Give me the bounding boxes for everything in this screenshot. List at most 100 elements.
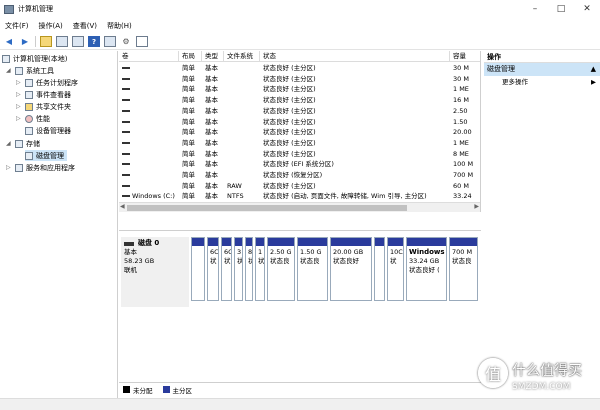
tree-disk-management[interactable]: 磁盘管理 [25,150,67,161]
table-row[interactable]: 简单 基本 状态良好 (主分区) 20.00 [119,127,480,137]
col-volume[interactable]: 卷 [119,51,179,62]
maximize-button[interactable]: □ [548,0,574,18]
computer-management-window: 计算机管理 – □ ✕ 文件(F) 操作(A) 查看(V) 帮助(H) ◀ ▶ … [0,0,600,410]
status-cell: 状态良好 (主分区) [263,181,316,190]
more-actions[interactable]: 更多操作 ▶ [484,76,600,89]
table-row[interactable]: 简单 基本 状态良好 (主分区) 30 M [119,74,480,84]
col-capacity[interactable]: 容量 [450,51,480,62]
col-status[interactable]: 状态 [260,51,450,62]
menu-file[interactable]: 文件(F) [5,21,29,31]
chevron-right-icon[interactable]: ▷ [6,164,13,171]
collapse-icon[interactable]: ▲ [591,63,596,76]
volume-cell [119,149,179,159]
tree-shared-folders[interactable]: ▷ 共享文件夹 [16,101,71,112]
forward-icon[interactable]: ▶ [19,36,31,47]
fs-cell [224,170,260,180]
partition-type-bar [375,238,384,246]
fs-cell: RAW [227,181,242,190]
chevron-right-icon[interactable]: ▷ [16,115,23,122]
status-cell: 状态良好 (EFI 系统分区) [263,160,334,169]
partition-l1: 8 [248,248,252,256]
partition-block[interactable]: 3状 [234,237,243,301]
tree-system-tools[interactable]: ◢ 系统工具 [6,65,54,76]
actions-section-disk-management[interactable]: 磁盘管理 ▲ [484,63,600,76]
tree-services[interactable]: ▷ 服务和应用程序 [6,162,75,173]
menu-view[interactable]: 查看(V) [73,21,97,31]
table-row[interactable]: 简单 基本 状态良好 (EFI 系统分区) 100 M [119,159,480,169]
console-icon[interactable] [104,36,116,47]
partition-type-bar [268,238,294,246]
volume-cell: Windows (C:) [119,191,179,201]
table-row[interactable]: 简单 基本 状态良好 (主分区) 1 ME [119,138,480,148]
volume-icon [122,184,130,187]
table-row[interactable]: 简单 基本 状态良好 (主分区) 2.50 [119,106,480,116]
col-type[interactable]: 类型 [202,51,224,62]
partition-type-bar [298,238,327,246]
scrollbar-thumb[interactable] [127,205,407,211]
type-cell: 基本 [205,96,218,105]
partition-block[interactable] [191,237,205,301]
tree-event-viewer[interactable]: ▷ 事件查看器 [16,89,71,100]
tree-storage[interactable]: ◢ 存储 [6,138,40,149]
show-hide-tree-icon[interactable] [56,36,68,47]
partition-block[interactable]: 20.00 GB 状态良好 [330,237,372,301]
fs-cell [224,63,260,73]
back-icon[interactable]: ◀ [3,36,15,47]
partition-type-bar [246,238,252,246]
type-cell: 基本 [205,74,218,83]
partition-l2: 状 [237,257,242,266]
help-icon[interactable]: ? [88,36,100,47]
partition-block[interactable]: 700 M 状态良 [449,237,478,301]
cap-cell: 30 M [453,74,469,83]
tree-root[interactable]: 计算机管理(本地) [2,53,67,64]
disk-info[interactable]: 磁盘 0 基本 58.23 GB 联机 [121,237,189,307]
table-row[interactable]: 简单 基本 状态良好 (主分区) 30 M [119,63,480,73]
minimize-button[interactable]: – [522,0,548,18]
table-row[interactable]: 简单 基本 状态良好 (主分区) 16 M [119,95,480,105]
chevron-right-icon: ▶ [591,78,596,86]
table-row[interactable]: 简单 基本 状态良好 (主分区) 8 ME [119,149,480,159]
tree-task-scheduler[interactable]: ▷ 任务计划程序 [16,77,78,88]
chevron-right-icon[interactable]: ▷ [16,103,23,110]
partition-l2: 状态良 [452,257,472,265]
chevron-right-icon[interactable]: ▷ [16,91,23,98]
close-button[interactable]: ✕ [574,0,600,18]
table-row[interactable]: 简单 基本 状态良好 (主分区) 1.50 [119,117,480,127]
list-view-icon[interactable] [136,36,148,47]
disk-drive-icon [124,241,134,246]
volume-icon [122,131,130,134]
horizontal-scrollbar[interactable]: ◀ ▶ [119,202,480,212]
col-layout[interactable]: 布局 [179,51,202,62]
chevron-down-icon[interactable]: ◢ [6,140,13,147]
chevron-right-icon[interactable]: ▷ [16,79,23,86]
partition-block[interactable]: 1状 [255,237,265,301]
fs-cell [224,138,260,148]
menu-action[interactable]: 操作(A) [39,21,63,31]
type-cell: 基本 [205,138,218,147]
tree-performance[interactable]: ▷ 性能 [16,113,50,124]
partition-block[interactable]: 6C状 [207,237,219,301]
up-folder-icon[interactable] [40,36,52,47]
partition-block[interactable]: 2.50 G 状态良 [267,237,295,301]
partition-block[interactable]: 8状 [245,237,253,301]
partition-block[interactable]: 1.50 G 状态良 [297,237,328,301]
menu-help[interactable]: 帮助(H) [107,21,132,31]
partition-block[interactable] [374,237,385,301]
col-filesystem[interactable]: 文件系统 [224,51,260,62]
partition-block[interactable]: Windows 33.24 GB 状态良好 ( [406,237,447,301]
table-row[interactable]: Windows (C:) 简单 基本 NTFS 状态良好 (启动, 页面文件, 故障转储… [119,191,480,201]
layout-cell: 简单 [182,138,195,147]
partition-block[interactable]: 6C状 [221,237,232,301]
table-row[interactable]: 简单 基本 RAW 状态良好 (主分区) 60 M [119,181,480,191]
connect-icon[interactable]: ⚙ [120,36,132,47]
table-row[interactable]: 简单 基本 状态良好 (主分区) 1 ME [119,84,480,94]
partition-block[interactable]: 10C 状 [387,237,404,301]
scroll-right-icon[interactable]: ▶ [474,203,479,210]
chevron-down-icon[interactable]: ◢ [6,67,13,74]
volume-cell [119,181,179,191]
tree-device-manager[interactable]: 设备管理器 [25,125,71,136]
volume-icon [122,99,130,102]
table-row[interactable]: 简单 基本 状态良好 (恢复分区) 700 M [119,170,480,180]
scroll-left-icon[interactable]: ◀ [120,203,125,210]
properties-icon[interactable] [72,36,84,47]
